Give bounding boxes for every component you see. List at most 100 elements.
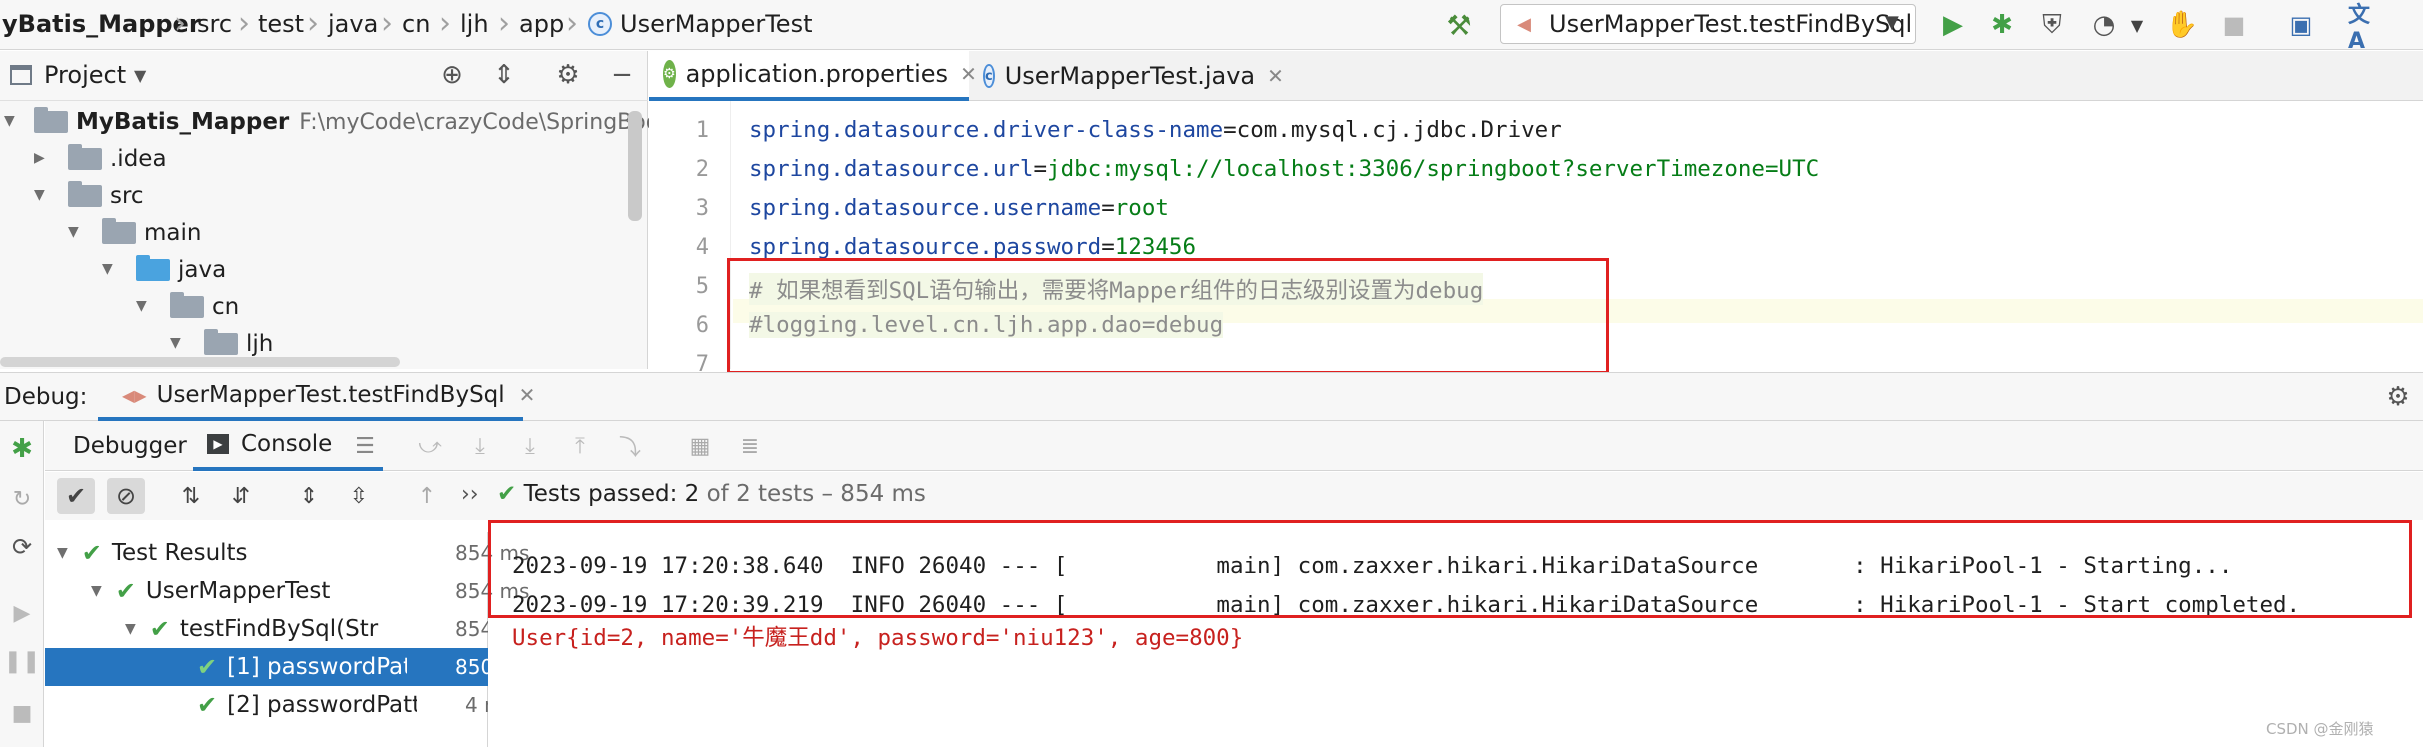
breadcrumb-app[interactable]: app	[519, 10, 564, 38]
code-line-4[interactable]: spring.datasource.password=123456	[749, 234, 1196, 260]
module-folder-icon	[34, 107, 68, 133]
menu-lines-icon[interactable]: ☰	[350, 431, 380, 461]
horizontal-scrollbar[interactable]	[0, 357, 400, 367]
test-node-results[interactable]: ▼ ✔ Test Results 854 ms	[45, 534, 529, 572]
debug-bug-icon[interactable]: ✱	[1985, 8, 2019, 42]
run-icon[interactable]: ▶	[1936, 8, 1970, 42]
breadcrumb-java[interactable]: java	[328, 10, 378, 38]
test-node-label: [1] passwordPatt	[227, 654, 408, 680]
step-into-icon[interactable]: ⤓	[515, 431, 545, 461]
highlight-annotation-box	[727, 258, 1609, 374]
tab-debugger[interactable]: Debugger	[73, 433, 187, 459]
chevron-down-icon: ▼	[1885, 12, 1899, 33]
line-number: 2	[695, 157, 709, 182]
breadcrumb-test[interactable]: test	[258, 10, 304, 38]
expand-arrow-icon: ▼	[136, 298, 147, 314]
hide-minus-icon[interactable]: −	[606, 59, 638, 91]
tree-item-project-root[interactable]: ▼ MyBatis_Mapper F:\myCode\crazyCode\Spr…	[0, 104, 687, 140]
more-chevrons-icon[interactable]: ››	[461, 482, 479, 507]
step-over-icon[interactable]: ⤓	[465, 431, 495, 461]
gear-icon[interactable]: ⚙	[2382, 381, 2414, 413]
chevron-down-icon[interactable]: ▼	[134, 66, 146, 85]
build-hammer-icon[interactable]: ⚒	[1442, 8, 1476, 42]
test-node-case-1-selected[interactable]: ✔ [1] passwordPatt 850 ms	[45, 648, 488, 686]
property-eq: =	[1223, 117, 1237, 143]
restart-icon[interactable]: ⟳	[6, 531, 38, 563]
debug-bug-icon[interactable]: ✱	[6, 433, 38, 465]
collapsed-arrow-icon: ▶	[34, 150, 45, 166]
show-ignored-icon[interactable]: ⊘	[107, 478, 145, 514]
profile-icon[interactable]: ◔	[2087, 8, 2121, 42]
sort-duration-icon[interactable]: ⇵	[225, 480, 257, 512]
pass-check-icon: ✔	[497, 481, 517, 507]
package-icon	[204, 329, 238, 355]
rerun-failed-icon[interactable]: ↻	[6, 483, 38, 515]
line-number: 4	[695, 235, 709, 260]
line-number: 6	[695, 313, 709, 338]
show-execution-point-icon[interactable]: ⤻	[415, 431, 445, 461]
coverage-shield-icon[interactable]: ⛨	[2035, 8, 2069, 42]
sort-alpha-icon[interactable]: ⇅	[175, 480, 207, 512]
tree-item-main[interactable]: ▼ main	[0, 215, 201, 251]
tree-item-java[interactable]: ▼ java	[0, 252, 226, 288]
previous-test-icon[interactable]: ↑	[411, 480, 443, 512]
test-results-tree: ▼ ✔ Test Results 854 ms ▼ ✔ UserMapperTe…	[45, 532, 529, 747]
chevron-down-icon[interactable]: ▼	[2120, 8, 2154, 42]
test-node-method[interactable]: ▼ ✔ testFindBySql(String 854 ms	[45, 610, 488, 648]
trace-icon[interactable]: ≣	[735, 431, 765, 461]
console-icon: ▶	[207, 434, 229, 454]
tab-label: UserMapperTest.java	[1004, 62, 1256, 90]
stop-icon[interactable]: ■	[6, 697, 38, 729]
evaluate-expression-icon[interactable]: ▦	[685, 431, 715, 461]
breadcrumb-separator: ›	[498, 6, 510, 41]
line-number-gutter: 1 2 3 4 5 6 7	[649, 101, 731, 377]
breadcrumb-project[interactable]: yBatis_Mapper	[2, 10, 201, 38]
test-duration: 4 ms	[465, 693, 488, 717]
locate-crosshair-icon[interactable]: ⊕	[436, 59, 468, 91]
vertical-scrollbar[interactable]	[628, 111, 642, 221]
pause-icon[interactable]: ❚❚	[4, 645, 41, 677]
tab-console-label: Console	[241, 431, 333, 457]
gear-icon[interactable]: ⚙	[552, 59, 584, 91]
navigation-bar: yBatis_Mapper › src › test › java › cn ›…	[0, 0, 2423, 54]
show-passed-icon[interactable]: ✔	[57, 478, 95, 514]
tree-item-label: cn	[212, 294, 240, 320]
test-node-class[interactable]: ▼ ✔ UserMapperTest 854 ms	[45, 572, 529, 610]
test-node-label: [2] passwordPattern	[227, 692, 418, 718]
collapse-all-icon[interactable]: ⇳	[343, 480, 375, 512]
close-icon[interactable]: ✕	[1267, 64, 1284, 88]
folder-icon	[68, 144, 102, 170]
tab-application-properties[interactable]: ⚙ application.properties ✕	[649, 51, 977, 101]
breadcrumb-separator: ›	[566, 6, 578, 41]
breadcrumb-cn[interactable]: cn	[402, 10, 430, 38]
code-line-2[interactable]: spring.datasource.url=jdbc:mysql://local…	[749, 156, 1819, 182]
code-line-3[interactable]: spring.datasource.username=root	[749, 195, 1169, 221]
breadcrumb-separator: ›	[238, 6, 250, 41]
property-value: root	[1114, 195, 1169, 221]
expand-all-icon[interactable]: ⇕	[293, 480, 325, 512]
close-icon[interactable]: ✕	[519, 383, 536, 407]
tab-label: application.properties	[685, 60, 949, 88]
breadcrumb-src[interactable]: src	[197, 10, 232, 38]
tab-usermappertest-java[interactable]: c UserMapperTest.java ✕	[969, 51, 1284, 101]
attach-icon[interactable]: ✋	[2165, 8, 2199, 42]
collapse-all-icon[interactable]: ⇕	[488, 59, 520, 91]
stop-icon[interactable]: ■	[2217, 8, 2251, 42]
breadcrumb-ljh[interactable]: ljh	[460, 10, 489, 38]
test-node-case-2[interactable]: ✔ [2] passwordPattern 4 ms	[45, 686, 488, 724]
tree-item-src[interactable]: ▼ src	[0, 178, 144, 214]
project-title[interactable]: Project	[44, 61, 126, 89]
translate-icon[interactable]: 文A	[2348, 3, 2382, 54]
resume-icon[interactable]: ▶	[6, 597, 38, 629]
expand-arrow-icon: ▼	[68, 224, 79, 240]
run-to-cursor-icon[interactable]: ⤵	[615, 431, 645, 461]
test-runner-toolbar: ✔ ⊘ ⇅ ⇵ ⇕ ⇳ ↑ ›› ✔ Tests passed: 2 of 2 …	[45, 472, 2423, 520]
code-line-1[interactable]: spring.datasource.driver-class-name=com.…	[749, 117, 1562, 143]
run-configuration-select[interactable]: ◀ UserMapperTest.testFindBySql ▼	[1500, 4, 1916, 44]
tree-item-idea[interactable]: ▶ .idea	[0, 141, 167, 177]
project-structure-icon[interactable]: ▣	[2284, 8, 2318, 42]
tree-item-cn[interactable]: ▼ cn	[0, 289, 239, 325]
breadcrumb-class[interactable]: UserMapperTest	[620, 10, 812, 38]
debug-session-tab[interactable]: ◀▶ UserMapperTest.testFindBySql ✕	[98, 373, 535, 421]
step-out-icon[interactable]: ⤒	[565, 431, 595, 461]
